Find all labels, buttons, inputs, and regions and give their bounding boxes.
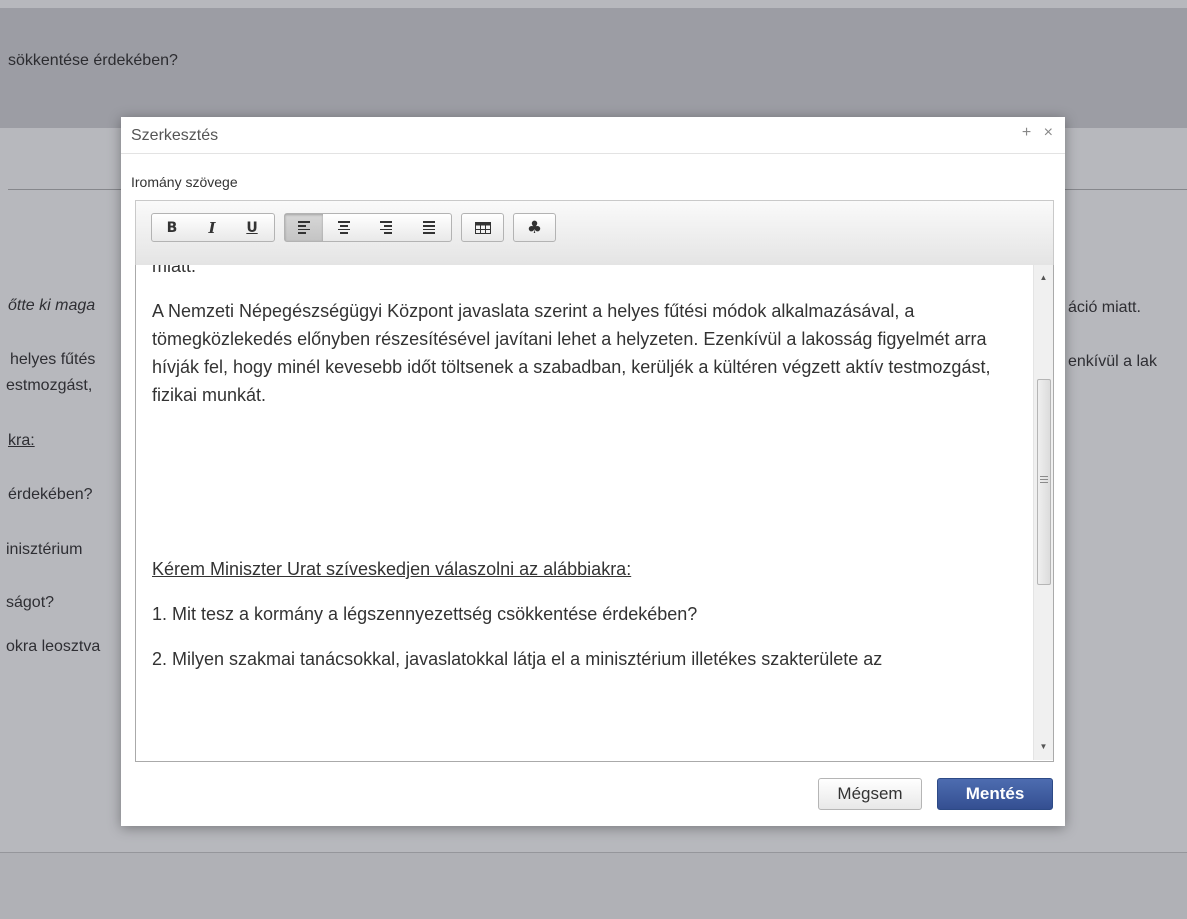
grip-icon <box>1040 476 1048 483</box>
background-fragment: érdekében? <box>8 486 93 503</box>
justify-icon <box>423 221 435 234</box>
table-button-group <box>461 213 504 242</box>
background-fragment: őtte ki maga <box>8 297 96 314</box>
edit-dialog: Szerkesztés + × Iromány szövege B I U ♣ … <box>121 117 1065 826</box>
underline-label: U <box>246 219 258 236</box>
dialog-title: Szerkesztés <box>131 127 219 144</box>
editor-toolbar: B I U ♣ <box>135 200 1054 266</box>
background-fragment: okra leosztva <box>6 638 101 655</box>
bold-button[interactable]: B <box>152 214 192 241</box>
bold-label: B <box>166 219 178 236</box>
dialog-controls: + × <box>1014 124 1053 142</box>
background-footer <box>0 852 1187 919</box>
request-paragraph: Kérem Miniszter Urat szíveskedjen válasz… <box>152 555 1012 583</box>
paragraph: A Nemzeti Népegészségügyi Központ javasl… <box>152 301 991 405</box>
question-2: 2. Milyen szakmai tanácsokkal, javaslato… <box>152 649 883 669</box>
background-fragment: enkívül a lak <box>1068 353 1157 370</box>
alignment-button-group <box>284 213 452 242</box>
paragraph: miatt. <box>152 265 197 276</box>
editor-scrollbar[interactable]: ▲ ▼ <box>1033 265 1053 760</box>
request-text: Kérem Miniszter Urat szíveskedjen válasz… <box>152 559 632 579</box>
italic-label: I <box>208 218 216 237</box>
rich-text-editor: B I U ♣ miatt. A Nemzeti Népegészségügyi… <box>135 200 1054 862</box>
background-fragment: ságot? <box>6 594 55 611</box>
align-left-button[interactable] <box>285 214 323 241</box>
align-center-button[interactable] <box>323 214 365 241</box>
scroll-down-arrow[interactable]: ▼ <box>1034 738 1053 755</box>
background-fragment: kra: <box>8 432 35 449</box>
save-button[interactable]: Mentés <box>937 778 1053 810</box>
scroll-up-arrow[interactable]: ▲ <box>1034 269 1053 286</box>
align-right-button[interactable] <box>365 214 407 241</box>
italic-button[interactable]: I <box>192 214 232 241</box>
background-fragment: inisztérium <box>6 541 83 558</box>
editor-content[interactable]: miatt. A Nemzeti Népegészségügyi Központ… <box>135 265 1054 762</box>
underline-button[interactable]: U <box>232 214 272 241</box>
dialog-divider <box>121 153 1065 154</box>
cloverleaf-icon: ♣ <box>526 217 543 238</box>
background-header: sökkentése érdekében? <box>0 8 1187 128</box>
background-fragment: helyes fűtés <box>10 351 96 368</box>
table-icon <box>474 221 491 234</box>
scrollbar-thumb[interactable] <box>1037 379 1051 585</box>
align-right-icon <box>380 221 392 234</box>
close-icon[interactable]: × <box>1044 124 1053 141</box>
format-button-group: B I U <box>151 213 275 242</box>
field-label: Iromány szövege <box>131 174 238 190</box>
background-header-text: sökkentése érdekében? <box>8 52 178 69</box>
expand-icon[interactable]: + <box>1022 124 1031 141</box>
background-fragment: estmozgást, <box>6 377 93 394</box>
cancel-button[interactable]: Mégsem <box>818 778 922 810</box>
special-button[interactable]: ♣ <box>514 214 555 241</box>
background-fragment: áció miatt. <box>1068 299 1141 316</box>
align-center-icon <box>338 221 350 234</box>
insert-table-button[interactable] <box>462 214 503 241</box>
justify-button[interactable] <box>407 214 451 241</box>
question-1: 1. Mit tesz a kormány a légszennyezettsé… <box>152 604 698 624</box>
editor-text[interactable]: miatt. A Nemzeti Népegészségügyi Központ… <box>152 265 1012 673</box>
align-left-icon <box>298 221 310 234</box>
special-button-group: ♣ <box>513 213 556 242</box>
